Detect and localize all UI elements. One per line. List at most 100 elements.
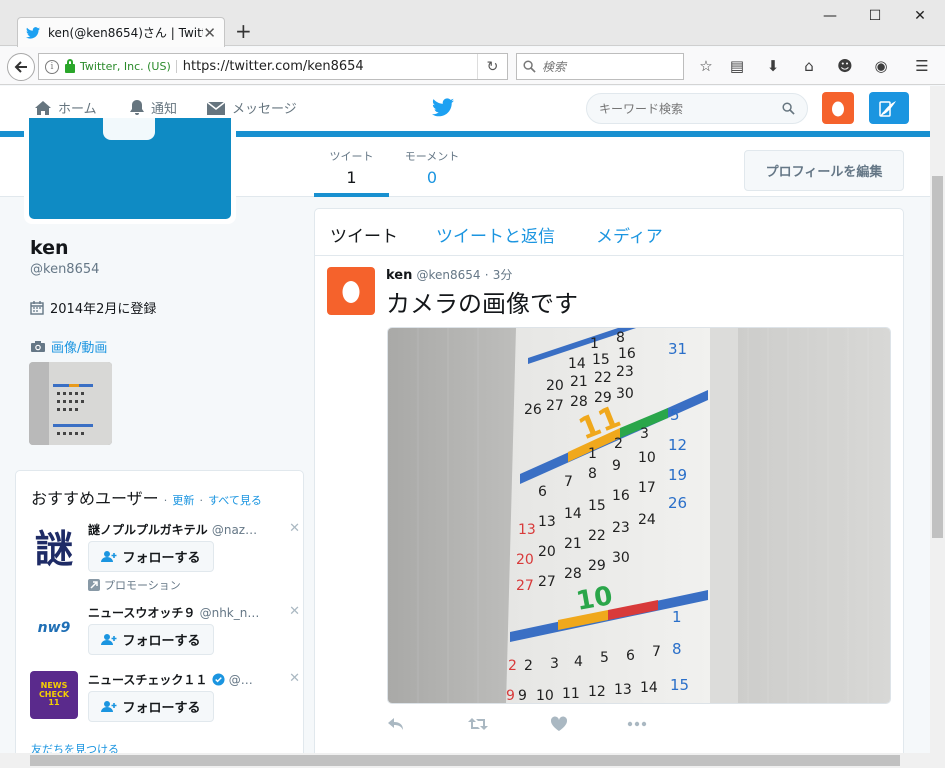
svg-text:8: 8 <box>616 330 625 346</box>
svg-text:6: 6 <box>626 648 635 664</box>
stat-tweets[interactable]: ツイート 1 <box>314 148 389 197</box>
download-icon[interactable]: ⬇ <box>763 56 783 76</box>
media-thumbnail[interactable] <box>29 362 112 445</box>
who-to-follow-module: おすすめユーザー · 更新 · すべて見る 謎 謎ノプルプルガキテル @naz…… <box>15 470 304 760</box>
home-icon[interactable]: ⌂ <box>799 56 819 76</box>
envelope-icon <box>206 100 226 115</box>
twitter-search-input[interactable] <box>599 101 782 116</box>
view-all-link[interactable]: すべて見る <box>208 494 262 507</box>
url-bar[interactable]: i Twitter, Inc. (US) https://twitter.com… <box>38 53 508 80</box>
user-avatar[interactable]: NEWS CHECK 11 <box>30 671 78 719</box>
bookmark-star-icon[interactable]: ☆ <box>696 56 716 76</box>
user-name-line[interactable]: ニュースチェック１１ @… <box>88 671 253 688</box>
reading-list-icon[interactable]: ▤ <box>727 56 747 76</box>
window-close-icon[interactable]: ✕ <box>910 6 930 26</box>
info-icon[interactable]: i <box>45 59 59 74</box>
profile-avatar[interactable] <box>24 118 236 224</box>
tweet-timestamp[interactable]: 3分 <box>493 268 513 282</box>
profile-name[interactable]: ken <box>30 237 69 259</box>
svg-text:27: 27 <box>538 574 556 590</box>
browser-tab[interactable]: ken(@ken8654)さん | Twitter ✕ <box>17 17 225 47</box>
search-icon[interactable] <box>782 102 795 115</box>
browser-toolbar: i Twitter, Inc. (US) https://twitter.com… <box>0 47 945 85</box>
smiley-icon[interactable]: ☻ <box>835 56 855 76</box>
horizontal-scrollbar-thumb[interactable] <box>30 755 900 766</box>
dismiss-icon[interactable]: ✕ <box>289 521 300 536</box>
svg-text:6: 6 <box>538 484 547 500</box>
user-avatar[interactable]: 謎 <box>30 521 78 571</box>
user-avatar[interactable]: nw9 <box>30 604 78 652</box>
user-name-line[interactable]: ニュースウオッチ９ @nhk_n… <box>88 604 259 621</box>
user-name-line[interactable]: 謎ノプルプルガキテル @naz… <box>88 521 257 538</box>
tweet-author-avatar[interactable] <box>327 267 375 315</box>
nav-notifications[interactable]: 通知 <box>129 98 177 117</box>
tweet-author-name[interactable]: ken <box>386 268 412 283</box>
browser-search-input[interactable] <box>542 59 672 74</box>
lock-icon <box>65 58 75 73</box>
browser-titlebar: ken(@ken8654)さん | Twitter ✕ + — ☐ ✕ <box>0 0 945 47</box>
site-identity[interactable]: Twitter, Inc. (US) <box>80 60 177 73</box>
svg-text:5: 5 <box>670 406 680 424</box>
account-avatar[interactable] <box>822 92 854 124</box>
pocket-icon[interactable]: ◉ <box>871 56 891 76</box>
tab-media[interactable]: メディア <box>596 222 663 247</box>
svg-text:20: 20 <box>516 552 534 568</box>
refresh-link[interactable]: 更新 <box>172 494 194 507</box>
twitter-bird-icon <box>26 26 40 39</box>
reload-icon[interactable]: ↻ <box>477 54 507 79</box>
camera-icon <box>31 341 45 352</box>
tweet-author-handle[interactable]: @ken8654 <box>417 268 481 282</box>
browser-search-bar[interactable] <box>516 53 684 80</box>
svg-text:20: 20 <box>546 378 564 394</box>
follow-button[interactable]: フォローする <box>88 624 214 655</box>
dismiss-icon[interactable]: ✕ <box>289 604 300 619</box>
nav-home[interactable]: ホーム <box>34 98 97 117</box>
back-button[interactable] <box>7 53 35 81</box>
window-minimize-icon[interactable]: — <box>820 6 840 26</box>
svg-text:23: 23 <box>612 520 630 536</box>
tab-tweets[interactable]: ツイート <box>330 222 398 247</box>
more-options-icon[interactable] <box>627 716 647 732</box>
promoted-text: プロモーション <box>104 579 181 592</box>
promoted-label: プロモーション <box>88 577 181 593</box>
photos-videos-link[interactable]: 画像/動画 <box>30 337 107 356</box>
quill-icon <box>879 101 896 117</box>
menu-hamburger-icon[interactable]: ☰ <box>912 56 932 76</box>
dismiss-icon[interactable]: ✕ <box>289 671 300 686</box>
retweet-icon[interactable] <box>467 716 489 732</box>
add-user-icon <box>101 551 117 562</box>
svg-text:19: 19 <box>668 466 687 484</box>
window-maximize-icon[interactable]: ☐ <box>865 6 885 26</box>
svg-text:22: 22 <box>588 528 606 544</box>
svg-text:7: 7 <box>652 644 661 660</box>
joined-date: 2014年2月に登録 <box>30 298 156 317</box>
svg-text:8: 8 <box>588 466 597 482</box>
new-tab-plus-icon[interactable]: + <box>235 19 252 43</box>
tweet-photo[interactable]: 11 10 18 14 15 16 20 21 22 23 26 27 28 29 30 123 … <box>387 327 891 704</box>
twitter-logo-icon[interactable] <box>432 98 454 117</box>
compose-tweet-button[interactable] <box>869 92 909 124</box>
svg-text:28: 28 <box>570 394 588 410</box>
svg-text:13: 13 <box>538 514 556 530</box>
suggested-user: NEWS CHECK 11 ニュースチェック１１ @… ✕ フォローする <box>30 671 300 751</box>
svg-text:9: 9 <box>518 688 527 704</box>
stat-moments-value: 0 <box>426 168 438 187</box>
tab-tweets-and-replies[interactable]: ツイートと返信 <box>436 222 555 247</box>
tweet-header: ken @ken8654 · 3分 <box>386 266 512 283</box>
reply-icon[interactable] <box>387 716 405 732</box>
like-heart-icon[interactable] <box>550 716 568 732</box>
vertical-scrollbar-thumb[interactable] <box>932 176 943 538</box>
follow-button[interactable]: フォローする <box>88 691 214 722</box>
horizontal-scrollbar[interactable] <box>0 753 930 768</box>
nav-messages[interactable]: メッセージ <box>206 98 297 117</box>
svg-text:23: 23 <box>616 364 634 380</box>
follow-button[interactable]: フォローする <box>88 541 214 572</box>
svg-text:27: 27 <box>516 578 534 594</box>
stat-moments[interactable]: モーメント 0 <box>398 148 466 187</box>
twitter-search-box[interactable] <box>586 93 808 124</box>
edit-profile-button[interactable]: プロフィールを編集 <box>744 150 904 191</box>
svg-text:9: 9 <box>506 688 515 704</box>
url-text[interactable]: https://twitter.com/ken8654 <box>183 59 477 74</box>
tab-close-icon[interactable]: ✕ <box>203 24 216 42</box>
vertical-scrollbar[interactable] <box>930 86 945 768</box>
